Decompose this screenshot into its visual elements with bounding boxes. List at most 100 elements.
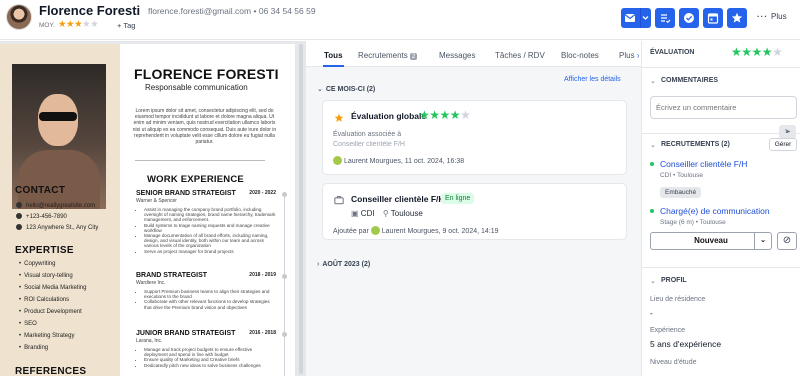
recruitments-label: RECRUTEMENTS (2) — [661, 141, 730, 148]
evaluation-list-button[interactable] — [655, 8, 675, 28]
section-august-2023[interactable]: › AOÛT 2023 (2) — [317, 261, 370, 268]
tab-messages[interactable]: Messages — [439, 51, 475, 60]
candidate-name: Florence Foresti — [39, 3, 141, 18]
star-filled-icon[interactable]: ★ — [450, 108, 461, 122]
tab-bar: Tous Recrutements 2 Messages Tâches / RDV… — [306, 41, 641, 67]
star-empty-icon[interactable]: ★ — [772, 45, 783, 59]
job-title[interactable]: Conseiller clientèle F/H — [351, 194, 445, 204]
star-filled-icon[interactable]: ★ — [752, 45, 763, 59]
divider — [642, 133, 800, 134]
add-tag-button[interactable]: + Tag — [117, 21, 135, 30]
email-button[interactable] — [621, 8, 651, 28]
tab-notes[interactable]: Bloc-notes — [561, 51, 599, 60]
chevron-down-icon[interactable]: ⌄ — [650, 141, 656, 149]
evaluation-card[interactable]: Évaluation globale ★★★★★ Évaluation asso… — [322, 100, 627, 175]
cv-about: Lorem ipsum dolor sit amet, consectetur … — [132, 108, 277, 146]
cv-viewer[interactable]: CONTACT hello@reallygreatsite.com +123-4… — [0, 41, 306, 376]
more-button[interactable]: ··· Plus — [757, 12, 787, 21]
star-badge-icon — [334, 113, 344, 122]
star-empty-icon: ★ — [82, 19, 91, 30]
cv-job-bullet: Collaborate with other relevant function… — [144, 299, 276, 309]
cv-job-dates: 2018 - 2019 — [249, 272, 276, 278]
cv-job: BRAND STRATEGIST 2018 - 2019 Wardiere In… — [136, 272, 276, 310]
reject-button[interactable]: ⊘ — [777, 232, 797, 250]
cv-expertise-item: Marketing Strategy — [19, 333, 74, 339]
avatar — [333, 156, 342, 165]
show-details-link[interactable]: Afficher les détails — [564, 76, 621, 83]
send-button[interactable]: ➤ — [779, 125, 796, 139]
recruitment-title: Chargé(e) de communication — [660, 206, 770, 216]
star-filled-icon[interactable]: ★ — [741, 45, 752, 59]
profile-value: - — [650, 308, 653, 318]
checklist-icon — [661, 14, 671, 24]
cv-document: CONTACT hello@reallygreatsite.com +123-4… — [0, 44, 295, 376]
cv-name: FLORENCE FORESTI — [134, 66, 279, 82]
chevron-down-icon[interactable] — [640, 8, 651, 28]
evaluation-rating[interactable]: ★★★★★ — [731, 45, 783, 59]
tab-recruitments[interactable]: Recrutements 2 — [358, 51, 418, 60]
status-dot — [650, 209, 654, 213]
star-filled-icon[interactable]: ★ — [762, 45, 773, 59]
evaluation-author: Laurent Mourgues, 11 oct. 2024, 16:38 — [333, 156, 464, 165]
profile-key: Niveau d'étude — [650, 359, 697, 366]
star-filled-icon[interactable]: ★ — [731, 45, 742, 59]
job-card[interactable]: Conseiller clientèle F/H En ligne ▣ CDI … — [322, 183, 627, 240]
star-filled-icon: ★ — [58, 19, 67, 30]
chevron-down-icon[interactable]: ⌄ — [650, 277, 656, 285]
cv-job-bullet: Manage documentation of all brand effort… — [144, 233, 276, 249]
star-empty-icon[interactable]: ★ — [460, 108, 471, 122]
stage-select[interactable]: Nouveau ⌄ — [650, 232, 772, 250]
rate-button[interactable] — [727, 8, 747, 28]
email-link[interactable]: florence.foresti@gmail.com — [148, 6, 251, 16]
tab-all[interactable]: Tous — [324, 51, 343, 60]
chevron-down-icon[interactable]: ⌄ — [650, 77, 656, 85]
active-tab-indicator — [323, 65, 344, 67]
job-contract: CDI — [360, 209, 375, 218]
status-dot — [650, 162, 654, 166]
cv-expertise-item: ROI Calculations — [19, 297, 69, 303]
cv-contact-email: hello@reallygreatsite.com — [16, 202, 95, 209]
evaluation-rating: ★★★★★ — [419, 108, 471, 122]
cv-contact-title: CONTACT — [15, 185, 66, 196]
evaluation-job: Conseiller clientèle F/H — [333, 141, 405, 147]
activity-panel: Tous Recrutements 2 Messages Tâches / RDV… — [306, 41, 641, 376]
hired-badge: Embauché — [660, 187, 702, 198]
chevron-down-icon: ⌄ — [754, 233, 771, 249]
star-filled-icon[interactable]: ★ — [419, 108, 430, 122]
validate-button[interactable] — [679, 8, 699, 28]
job-details: ▣ CDI ⚲ Toulouse — [351, 209, 423, 218]
separator: • — [253, 6, 257, 16]
divider — [642, 267, 800, 268]
cv-expertise-item: Copywriting — [19, 261, 55, 267]
recruitment-item[interactable]: Chargé(e) de communication Stage (6 m) •… — [650, 206, 770, 226]
comment-input[interactable] — [650, 96, 797, 119]
tab-tasks[interactable]: Tâches / RDV — [495, 51, 545, 60]
star-filled-icon[interactable]: ★ — [429, 108, 440, 122]
timeline-dot — [282, 274, 287, 279]
manage-button[interactable]: Gérer — [769, 138, 797, 151]
contact-line: florence.foresti@gmail.com • 06 34 54 56… — [148, 6, 316, 16]
profile-value: 5 ans d'expérience — [650, 339, 722, 349]
section-current-month[interactable]: ⌄ CE MOIS-CI (2) — [317, 85, 375, 93]
schedule-button[interactable] — [703, 8, 723, 28]
star-filled-icon[interactable]: ★ — [440, 108, 451, 122]
tab-more[interactable]: Plus › — [619, 51, 639, 60]
divider — [642, 67, 800, 68]
cv-job-bullet: Build systems to triage naming requests … — [144, 223, 276, 233]
profile-label: PROFIL — [661, 277, 687, 284]
more-dots-icon: ··· — [757, 12, 768, 21]
cv-job-bullet: Serve as project manager for brand proje… — [144, 249, 276, 254]
comments-label: COMMENTAIRES — [661, 77, 719, 84]
cv-contact-phone: +123-456-7890 — [16, 213, 67, 220]
candidate-header: Florence Foresti florence.foresti@gmail.… — [0, 0, 800, 40]
cv-work-title: WORK EXPERIENCE — [147, 174, 244, 185]
recruitment-item[interactable]: Conseiller clientèle F/H CDI • Toulouse — [650, 159, 747, 179]
cv-job-company: Wardiere Inc. — [136, 280, 166, 286]
cv-job-company: Warner & Spencer — [136, 198, 177, 204]
cv-scrollbar[interactable] — [299, 44, 303, 374]
cv-job-bullet: Manage and track project budgets to ensu… — [144, 347, 276, 357]
phone-link[interactable]: 06 34 54 56 59 — [259, 6, 316, 16]
profile-key: Expérience — [650, 327, 686, 334]
calendar-icon — [707, 13, 719, 24]
avatar — [370, 226, 380, 235]
